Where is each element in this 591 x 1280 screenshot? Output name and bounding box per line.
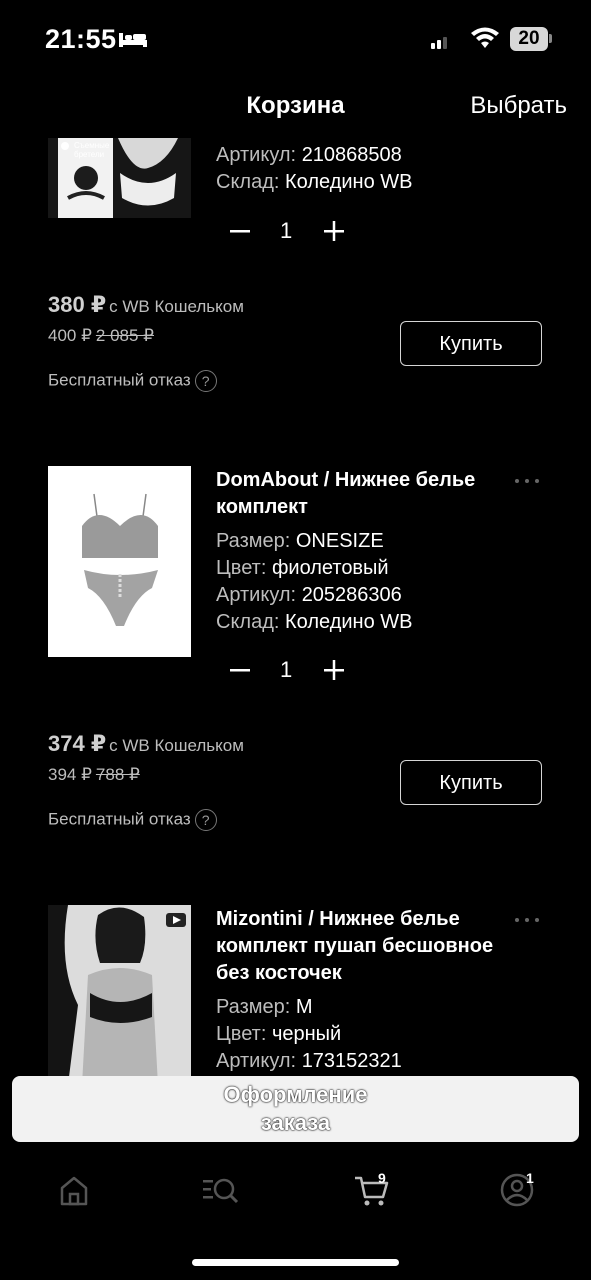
free-refusal-row: Бесплатный отказ? <box>48 809 217 831</box>
checkout-label-line2: заказа <box>260 1110 331 1135</box>
size-row: Размер: ONESIZE <box>216 528 516 555</box>
checkout-button[interactable]: Оформление заказа <box>12 1076 579 1142</box>
article-row: Артикул: 210868508 <box>216 142 516 169</box>
size-key: Размер: <box>216 996 291 1018</box>
article-key: Артикул: <box>216 144 297 166</box>
size-value: M <box>295 996 313 1018</box>
free-refusal-label: Бесплатный отказ <box>48 370 191 390</box>
warehouse-key: Склад: <box>216 611 280 633</box>
free-refusal-label: Бесплатный отказ <box>48 809 191 829</box>
price-wallet-value: 380 ₽ <box>48 292 107 317</box>
price-secondary-row: 394 ₽788 ₽ <box>48 765 348 785</box>
buy-button[interactable]: Купить <box>400 321 542 366</box>
warehouse-value: Коледино WB <box>285 611 413 633</box>
plus-icon[interactable] <box>322 655 346 685</box>
price-block: 380 ₽ с WB Кошельком 400 ₽2 085 ₽ <box>48 292 348 346</box>
article-key: Артикул: <box>216 1050 297 1072</box>
battery-nub <box>549 34 552 43</box>
cellular-signal-icon <box>431 37 447 49</box>
article-key: Артикул: <box>216 584 297 606</box>
article-row: Артикул: 205286306 <box>216 582 516 609</box>
color-value: черный <box>271 1023 342 1045</box>
quantity-stepper: 1 <box>228 216 348 246</box>
size-value: ONESIZE <box>295 530 384 552</box>
price-wallet-label: с WB Кошельком <box>109 736 244 755</box>
cart-icon[interactable] <box>352 1170 392 1210</box>
catalog-search-icon[interactable] <box>200 1170 240 1210</box>
quantity-value: 1 <box>280 218 293 243</box>
sleep-focus-icon <box>119 33 147 47</box>
cart-list[interactable]: Съемные бретели Артикул: 210868508 Склад… <box>0 138 591 1078</box>
price-regular: 400 ₽ <box>48 326 92 345</box>
warehouse-key: Склад: <box>216 171 280 193</box>
product-name[interactable]: DomAbout / Нижнее белье комплект <box>216 467 516 521</box>
home-icon[interactable] <box>54 1170 94 1210</box>
select-button[interactable]: Выбрать <box>470 92 567 120</box>
battery-level: 20 <box>510 27 548 51</box>
size-row: Размер: M <box>216 994 516 1021</box>
product-image[interactable]: Съемные бретели <box>48 138 191 218</box>
checkout-label-line1: Оформление <box>223 1082 368 1107</box>
color-row: Цвет: черный <box>216 1021 516 1048</box>
more-options-icon[interactable] <box>512 915 542 925</box>
product-info: DomAbout / Нижнее белье комплект Размер:… <box>216 467 516 636</box>
article-value: 173152321 <box>301 1050 402 1072</box>
price-wallet-value: 374 ₽ <box>48 731 107 756</box>
article-value: 210868508 <box>301 144 402 166</box>
color-value: фиолетовый <box>271 557 389 579</box>
color-key: Цвет: <box>216 1023 267 1045</box>
warehouse-row: Склад: Коледино WB <box>216 609 516 636</box>
price-main-row: 380 ₽ с WB Кошельком <box>48 292 348 318</box>
price-main-row: 374 ₽ с WB Кошельком <box>48 731 348 757</box>
color-row: Цвет: фиолетовый <box>216 555 516 582</box>
product-info: Артикул: 210868508 Склад: Коледино WB <box>216 142 516 196</box>
bottom-nav: 9 1 <box>0 1150 591 1240</box>
question-icon[interactable]: ? <box>194 370 217 392</box>
product-photo-lingerie-white <box>48 138 191 218</box>
free-refusal-row: Бесплатный отказ? <box>48 370 217 392</box>
product-info: Mizontini / Нижнее белье комплект пушап … <box>216 906 516 1075</box>
plus-icon[interactable] <box>322 216 346 246</box>
minus-icon[interactable] <box>228 216 252 246</box>
cart-badge: 9 <box>378 1170 386 1186</box>
article-row: Артикул: 173152321 <box>216 1048 516 1075</box>
minus-icon[interactable] <box>228 655 252 685</box>
question-icon[interactable]: ? <box>194 809 217 831</box>
product-photo-lingerie-set <box>48 466 191 657</box>
product-image[interactable] <box>48 466 191 657</box>
wifi-icon <box>471 27 499 48</box>
quantity-value: 1 <box>280 657 293 682</box>
status-bar: 21:55 20 <box>0 0 591 80</box>
quantity-stepper: 1 <box>228 655 348 685</box>
status-time: 21:55 <box>45 24 117 54</box>
size-key: Размер: <box>216 530 291 552</box>
home-indicator[interactable] <box>192 1259 399 1266</box>
color-key: Цвет: <box>216 557 267 579</box>
price-secondary-row: 400 ₽2 085 ₽ <box>48 326 348 346</box>
price-old: 2 085 ₽ <box>95 326 154 345</box>
warehouse-row: Склад: Коледино WB <box>216 169 516 196</box>
product-image[interactable] <box>48 905 191 1078</box>
price-wallet-label: с WB Кошельком <box>109 297 244 316</box>
buy-button[interactable]: Купить <box>400 760 542 805</box>
warehouse-value: Коледино WB <box>285 171 413 193</box>
image-caption: Съемные бретели <box>74 141 110 159</box>
article-value: 205286306 <box>301 584 402 606</box>
profile-badge: 1 <box>526 1170 534 1186</box>
price-regular: 394 ₽ <box>48 765 92 784</box>
header: Корзина Выбрать <box>0 80 591 136</box>
product-photo-lingerie-black <box>48 905 191 1078</box>
price-old: 788 ₽ <box>95 765 140 784</box>
price-block: 374 ₽ с WB Кошельком 394 ₽788 ₽ <box>48 731 348 785</box>
more-options-icon[interactable] <box>512 476 542 486</box>
product-name[interactable]: Mizontini / Нижнее белье комплект пушап … <box>216 906 516 987</box>
